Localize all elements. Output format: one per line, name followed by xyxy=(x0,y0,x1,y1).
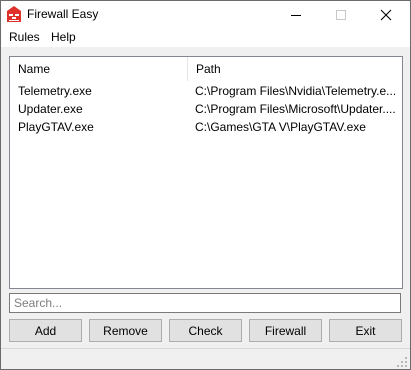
close-button[interactable] xyxy=(364,1,409,28)
title-bar[interactable]: Firewall Easy xyxy=(1,1,410,28)
column-header-name[interactable]: Name xyxy=(10,57,187,81)
minimize-button[interactable] xyxy=(274,1,319,28)
row-name: Updater.exe xyxy=(18,102,83,116)
firewall-app-icon xyxy=(7,6,21,22)
close-icon xyxy=(380,9,392,21)
exit-button[interactable]: Exit xyxy=(329,319,402,342)
list-row[interactable]: Updater.exe C:\Program Files\Microsoft\U… xyxy=(10,101,402,119)
maximize-button[interactable] xyxy=(319,1,364,28)
menu-bar: Rules Help xyxy=(1,28,410,47)
menu-help[interactable]: Help xyxy=(49,30,78,44)
add-button[interactable]: Add xyxy=(9,319,82,342)
search-input[interactable] xyxy=(9,293,401,313)
menu-rules[interactable]: Rules xyxy=(7,30,42,44)
remove-button[interactable]: Remove xyxy=(89,319,162,342)
app-window: Firewall Easy Rules Help Name Path Telem… xyxy=(0,0,411,370)
row-name: PlayGTAV.exe xyxy=(18,120,94,134)
minimize-icon xyxy=(291,15,301,16)
firewall-button[interactable]: Firewall xyxy=(249,319,322,342)
row-name: Telemetry.exe xyxy=(18,84,92,98)
row-path: C:\Program Files\Nvidia\Telemetry.e... xyxy=(195,84,395,98)
list-rows: Telemetry.exe C:\Program Files\Nvidia\Te… xyxy=(10,83,402,137)
list-row[interactable]: Telemetry.exe C:\Program Files\Nvidia\Te… xyxy=(10,83,402,101)
column-header-path[interactable]: Path xyxy=(187,57,402,81)
row-path: C:\Games\GTA V\PlayGTAV.exe xyxy=(195,120,366,134)
list-row[interactable]: PlayGTAV.exe C:\Games\GTA V\PlayGTAV.exe xyxy=(10,119,402,137)
rules-list[interactable]: Name Path Telemetry.exe C:\Program Files… xyxy=(9,56,403,289)
status-bar xyxy=(1,348,410,369)
list-header: Name Path xyxy=(10,57,402,81)
maximize-icon xyxy=(336,10,346,20)
check-button[interactable]: Check xyxy=(169,319,242,342)
resize-grip-icon[interactable] xyxy=(396,356,408,368)
row-path: C:\Program Files\Microsoft\Updater.... xyxy=(195,102,395,116)
window-title: Firewall Easy xyxy=(27,7,99,21)
